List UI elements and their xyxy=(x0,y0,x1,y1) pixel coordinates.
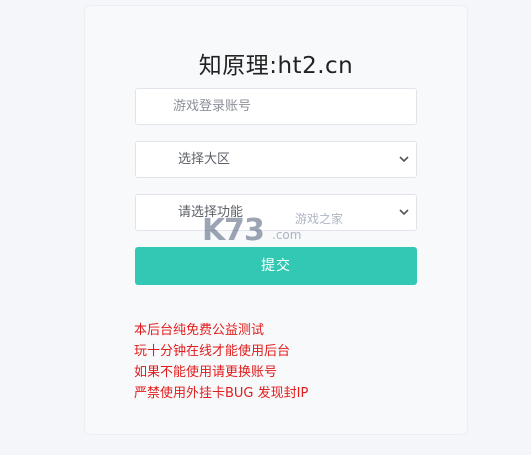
page-title: 知原理:ht2.cn xyxy=(198,53,354,79)
submit-button[interactable]: 提交 xyxy=(135,247,417,285)
login-card: 知原理:ht2.cn 选择大区 请选择功能 提交 本后台纯免费公益测试 玩十分钟… xyxy=(85,6,467,434)
account-field[interactable] xyxy=(135,88,417,125)
function-select[interactable]: 请选择功能 xyxy=(135,194,417,231)
notice-item: 如果不能使用请更换账号 xyxy=(134,365,278,380)
account-input[interactable] xyxy=(136,89,416,124)
notice-list: 本后台纯免费公益测试 玩十分钟在线才能使用后台 如果不能使用请更换账号 严禁使用… xyxy=(134,320,308,404)
region-select[interactable]: 选择大区 xyxy=(135,141,417,178)
chevron-down-icon xyxy=(399,209,409,216)
notice-item: 本后台纯免费公益测试 xyxy=(134,323,265,338)
chevron-down-icon xyxy=(399,156,409,163)
notice-item: 严禁使用外挂卡BUG 发现封IP xyxy=(134,386,309,401)
function-select-value: 请选择功能 xyxy=(178,205,244,220)
region-select-value: 选择大区 xyxy=(178,152,231,167)
notice-item: 玩十分钟在线才能使用后台 xyxy=(134,344,291,359)
